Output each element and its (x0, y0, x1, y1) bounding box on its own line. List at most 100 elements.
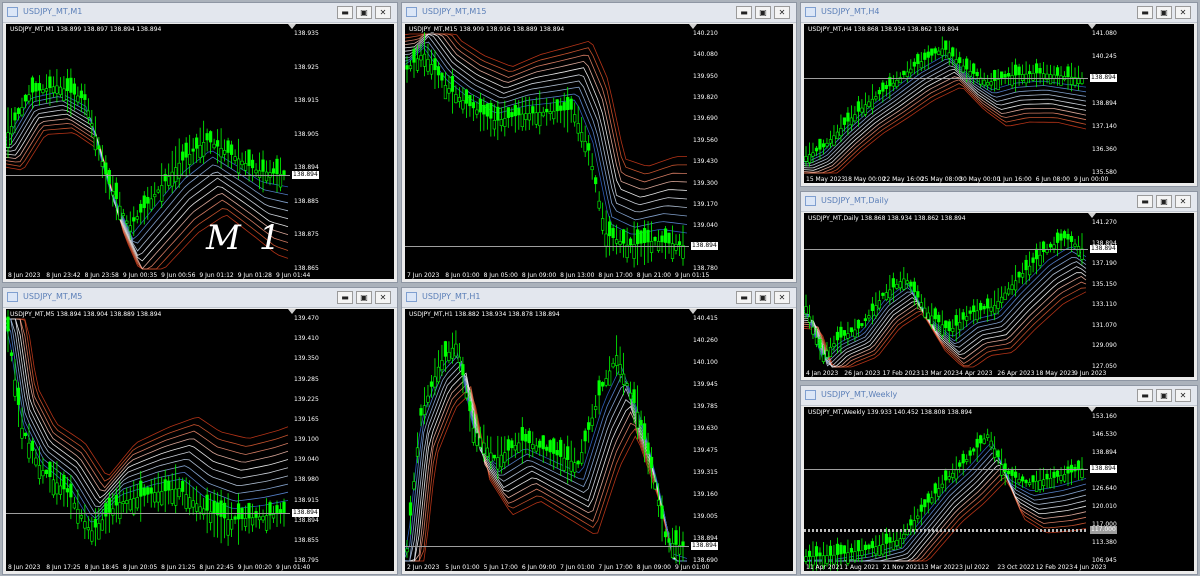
chart-window-icon (406, 7, 417, 17)
candle-body (828, 346, 833, 357)
titlebar[interactable]: USDJPY_MT,Weekly ▬ ▣ ✕ (801, 386, 1197, 406)
titlebar[interactable]: USDJPY_MT,Daily ▬ ▣ ✕ (801, 192, 1197, 212)
y-axis-tick-label: 138.894 (1092, 99, 1117, 107)
chart-window-icon (805, 390, 816, 400)
candle-body (447, 351, 451, 361)
titlebar[interactable]: USDJPY_MT,H4 ▬ ▣ ✕ (801, 3, 1197, 23)
maximize-button[interactable]: ▣ (1156, 195, 1172, 208)
maximize-button[interactable]: ▣ (755, 291, 771, 304)
y-axis-tick-label: 138.885 (294, 197, 319, 205)
candle-body (811, 152, 815, 157)
minimize-button[interactable]: ▬ (736, 291, 752, 304)
y-axis-tick-label: 133.110 (1092, 301, 1117, 309)
close-button[interactable]: ✕ (375, 291, 391, 304)
candle-body (552, 110, 556, 120)
minimize-button[interactable]: ▬ (1137, 389, 1153, 402)
candle-body (531, 444, 535, 449)
close-button[interactable]: ✕ (774, 6, 790, 19)
candle-body (282, 501, 286, 513)
candle-body (177, 488, 181, 498)
candle-body (27, 442, 31, 459)
candle-body (660, 235, 664, 243)
window-m15[interactable]: USDJPY_MT,M15 ▬ ▣ ✕ USDJPY_MT,M15 138.90… (401, 2, 797, 283)
chart-area[interactable]: USDJPY_MT,Weekly 139.933 140.452 138.808… (804, 407, 1194, 571)
candle-body (989, 81, 993, 86)
candle-body (153, 194, 157, 198)
close-button[interactable]: ✕ (1175, 6, 1191, 19)
candle-body (100, 519, 104, 531)
titlebar[interactable]: USDJPY_MT,M5 ▬ ▣ ✕ (3, 288, 397, 308)
window-title: USDJPY_MT,H1 (422, 292, 481, 301)
window-h1[interactable]: USDJPY_MT,H1 ▬ ▣ ✕ USDJPY_MT,H1 138.882 … (401, 287, 797, 575)
candle-body (867, 101, 871, 107)
y-axis-tick-label: 136.360 (1092, 145, 1117, 153)
candle-body (982, 79, 986, 86)
candle-body (457, 97, 462, 102)
candle-body (209, 131, 213, 143)
maximize-button[interactable]: ▣ (1156, 389, 1172, 402)
maximize-button[interactable]: ▣ (356, 6, 372, 19)
y-axis-tick-label: 139.475 (693, 447, 718, 454)
minimize-button[interactable]: ▬ (1137, 6, 1153, 19)
x-axis-tick-label: 7 Jun 17:00 (598, 564, 633, 571)
chart-area[interactable]: USDJPY_MT,M5 138.894 138.904 138.889 138… (6, 309, 394, 571)
minimize-button[interactable]: ▬ (1137, 195, 1153, 208)
candle-body (961, 312, 965, 320)
y-axis-tick-label: 129.090 (1092, 342, 1117, 350)
candle-body (587, 143, 591, 151)
window-m5[interactable]: USDJPY_MT,M5 ▬ ▣ ✕ USDJPY_MT,M5 138.894 … (2, 287, 398, 575)
chart-area[interactable]: USDJPY_MT,M15 138.909 138.916 138.889 13… (405, 24, 793, 279)
candle-body (996, 450, 1000, 458)
candle-body (937, 50, 941, 55)
candle-body (573, 114, 577, 123)
candle-body (492, 120, 496, 130)
y-axis-tick-label: 120.010 (1092, 503, 1117, 510)
x-axis-tick-label: 9 Jun 00:20 (237, 564, 273, 571)
minimize-button[interactable]: ▬ (337, 291, 353, 304)
candle-body (989, 440, 993, 448)
x-axis-tick-label: 21 Nov 2021 (882, 564, 921, 571)
chart-area[interactable]: USDJPY_MT,M1 138.899 138.897 138.894 138… (6, 24, 394, 279)
x-axis-tick-label: 18 May 2023 (1035, 370, 1075, 377)
candle-body (541, 435, 545, 450)
candle-body (559, 439, 563, 457)
level-price-label: 117.000 (1090, 526, 1117, 534)
candle-body (954, 469, 958, 480)
titlebar[interactable]: USDJPY_MT,M15 ▬ ▣ ✕ (402, 3, 796, 23)
chart-area[interactable]: USDJPY_MT,H4 138.868 138.934 138.862 138… (804, 24, 1194, 183)
window-daily[interactable]: USDJPY_MT,Daily ▬ ▣ ✕ USDJPY_MT,Daily 13… (800, 191, 1198, 381)
current-price-label: 138.894 (1090, 74, 1117, 82)
close-button[interactable]: ✕ (1175, 389, 1191, 402)
candle-body (545, 446, 549, 451)
close-button[interactable]: ✕ (774, 291, 790, 304)
candle-body (545, 108, 549, 113)
minimize-button[interactable]: ▬ (337, 6, 353, 19)
candle-body (881, 292, 885, 296)
candle-body (181, 480, 185, 492)
window-h4[interactable]: USDJPY_MT,H4 ▬ ▣ ✕ USDJPY_MT,H4 138.868 … (800, 2, 1198, 187)
maximize-button[interactable]: ▣ (356, 291, 372, 304)
maximize-button[interactable]: ▣ (1156, 6, 1172, 19)
window-m1[interactable]: USDJPY_MT,M1 ▬ ▣ ✕ USDJPY_MT,M1 138.899 … (2, 2, 398, 283)
candle-body (562, 102, 566, 111)
chart-area[interactable]: USDJPY_MT,Daily 138.868 138.934 138.862 … (804, 213, 1194, 377)
candle-body (65, 488, 69, 493)
candle-body (1055, 470, 1060, 477)
level-line-dashed[interactable] (804, 529, 1088, 532)
candle-body (229, 144, 234, 155)
candle-body (83, 521, 87, 529)
candle-body (856, 319, 861, 329)
maximize-button[interactable]: ▣ (755, 6, 771, 19)
chart-area[interactable]: USDJPY_MT,H1 138.882 138.934 138.878 138… (405, 309, 793, 571)
candle-body (55, 482, 59, 495)
candle-body (853, 551, 857, 561)
candle-body (642, 423, 647, 440)
close-button[interactable]: ✕ (375, 6, 391, 19)
titlebar[interactable]: USDJPY_MT,M1 ▬ ▣ ✕ (3, 3, 397, 23)
window-weekly[interactable]: USDJPY_MT,Weekly ▬ ▣ ✕ USDJPY_MT,Weekly … (800, 385, 1198, 575)
candle-body (608, 370, 612, 386)
titlebar[interactable]: USDJPY_MT,H1 ▬ ▣ ✕ (402, 288, 796, 308)
candle-body (6, 132, 10, 148)
minimize-button[interactable]: ▬ (736, 6, 752, 19)
close-button[interactable]: ✕ (1175, 195, 1191, 208)
